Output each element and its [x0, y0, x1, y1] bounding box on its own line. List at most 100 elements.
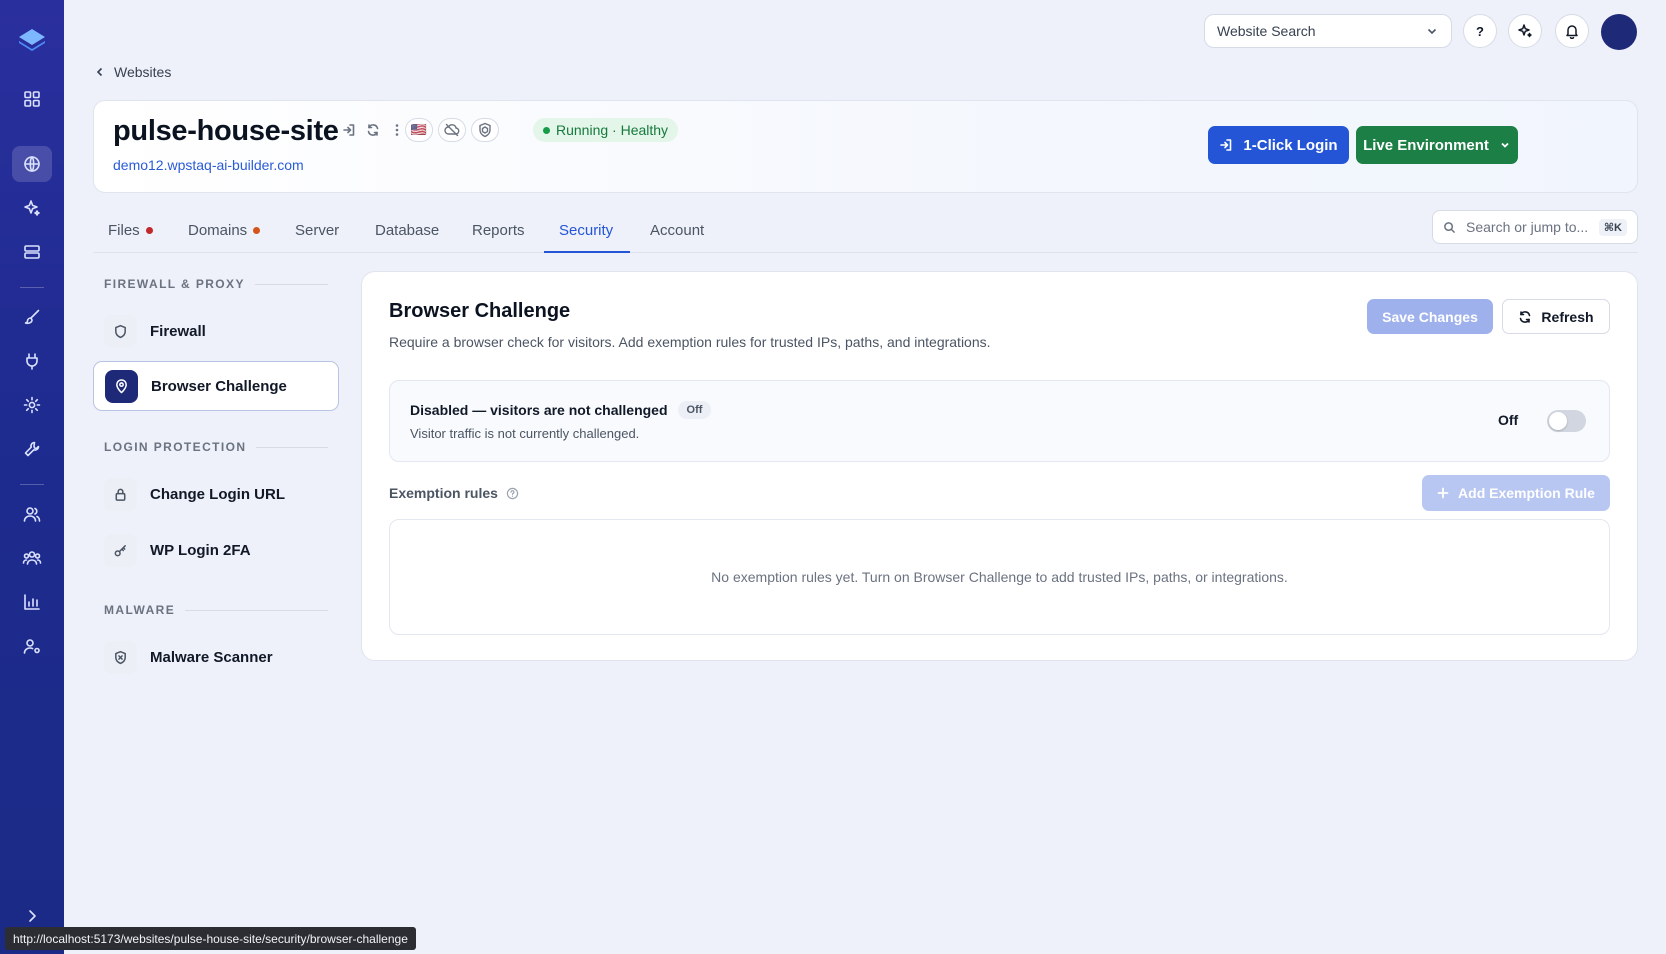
browser-status-url: http://localhost:5173/websites/pulse-hou… — [5, 927, 416, 950]
empty-state-text: No exemption rules yet. Turn on Browser … — [711, 569, 1288, 585]
section-login-protection: LOGIN PROTECTION — [104, 440, 328, 454]
user-avatar[interactable] — [1601, 14, 1637, 50]
tab-domains[interactable]: Domains — [188, 222, 261, 239]
ai-assistant-button[interactable] — [1508, 14, 1542, 48]
ai-sparkle-icon[interactable] — [12, 190, 52, 226]
site-title: pulse-house-site — [113, 115, 339, 147]
login-icon[interactable] — [342, 123, 356, 142]
site-url-link[interactable]: demo12.wpstaq-ai-builder.com — [113, 157, 304, 173]
status-badge: Running · Healthy — [533, 118, 679, 142]
refresh-icon — [1520, 310, 1531, 323]
save-changes-button[interactable]: Save Changes — [1367, 299, 1493, 334]
tab-security[interactable]: Security — [559, 222, 613, 239]
tab-files[interactable]: Files — [108, 222, 153, 239]
toggle-knob — [1549, 412, 1567, 430]
jump-search-placeholder: Search or jump to... — [1466, 219, 1589, 235]
panel-title: Browser Challenge — [389, 300, 571, 322]
chevron-down-icon — [1501, 142, 1509, 148]
shortcut-badge: ⌘K — [1598, 218, 1627, 236]
cdn-off-icon[interactable] — [438, 118, 466, 142]
live-environment-dropdown[interactable]: Live Environment — [1356, 126, 1518, 164]
panel-description: Require a browser check for visitors. Ad… — [389, 334, 991, 350]
security-shield-icon[interactable] — [471, 118, 499, 142]
tools-wrench-icon[interactable] — [12, 431, 52, 467]
more-vertical-icon[interactable] — [390, 123, 404, 142]
help-circle-icon[interactable] — [506, 487, 519, 500]
users-icon[interactable] — [12, 496, 52, 532]
servers-icon[interactable] — [12, 234, 52, 270]
one-click-login-button[interactable]: 1-Click Login — [1208, 126, 1349, 164]
live-environment-label: Live Environment — [1363, 136, 1489, 154]
exemption-rules-empty-state: No exemption rules yet. Turn on Browser … — [389, 519, 1610, 635]
subnav-item-change-login-url[interactable]: Change Login URL — [93, 469, 339, 519]
region-flag: 🇺🇸 — [405, 118, 433, 142]
section-firewall-proxy: FIREWALL & PROXY — [104, 277, 328, 291]
user-settings-icon[interactable] — [12, 628, 52, 664]
app-logo-icon[interactable] — [16, 24, 48, 56]
chevron-left-icon — [96, 67, 103, 77]
sparkle-icon — [1518, 24, 1532, 38]
exemption-rules-heading: Exemption rules — [389, 485, 519, 501]
left-rail — [0, 0, 64, 954]
browser-challenge-toggle[interactable] — [1547, 410, 1586, 432]
tab-files-indicator-dot — [145, 227, 153, 234]
shield-x-icon — [104, 640, 137, 674]
toggle-label: Off — [1498, 412, 1519, 428]
refresh-label: Refresh — [1541, 308, 1594, 325]
help-button[interactable]: ? — [1463, 14, 1497, 48]
subnav-item-browser-challenge[interactable]: Browser Challenge — [93, 361, 339, 411]
subnav-item-label: Malware Scanner — [150, 648, 273, 666]
subnav-item-wp-login-2fa[interactable]: WP Login 2FA — [93, 525, 339, 575]
team-icon[interactable] — [12, 540, 52, 576]
us-flag-icon: 🇺🇸 — [410, 122, 428, 137]
help-icon: ? — [1476, 23, 1484, 39]
chevron-down-icon — [1427, 28, 1437, 35]
breadcrumb-websites-link[interactable]: Websites — [114, 64, 171, 80]
subnav-item-firewall[interactable]: Firewall — [93, 306, 339, 356]
site-tabs: Files Domains Server Database Reports Se… — [93, 210, 1638, 253]
exemption-rules-label: Exemption rules — [389, 485, 498, 501]
challenge-state-card: Disabled — visitors are not challenged O… — [389, 380, 1610, 462]
tab-reports[interactable]: Reports — [472, 222, 525, 239]
state-badge: Off — [677, 401, 712, 419]
subnav-item-malware-scanner[interactable]: Malware Scanner — [93, 632, 339, 682]
websites-globe-icon[interactable] — [12, 146, 52, 182]
website-search-label: Website Search — [1217, 23, 1316, 39]
sync-icon[interactable] — [366, 123, 380, 142]
dashboard-grid-icon[interactable] — [12, 81, 52, 117]
tab-domains-indicator-dot — [253, 227, 261, 234]
state-subtitle: Visitor traffic is not currently challen… — [410, 426, 640, 441]
subnav-item-label: WP Login 2FA — [150, 541, 251, 559]
status-dot — [543, 126, 550, 134]
tab-database[interactable]: Database — [375, 222, 439, 239]
tab-account[interactable]: Account — [650, 222, 704, 239]
settings-gear-icon[interactable] — [12, 387, 52, 423]
add-exemption-rule-button[interactable]: Add Exemption Rule — [1422, 475, 1610, 511]
login-icon — [1220, 139, 1232, 151]
location-pin-icon — [105, 369, 138, 403]
plugins-plug-icon[interactable] — [12, 343, 52, 379]
shield-icon — [104, 314, 137, 348]
add-exemption-rule-label: Add Exemption Rule — [1458, 485, 1595, 501]
tab-server[interactable]: Server — [295, 222, 339, 239]
website-search-select[interactable]: Website Search — [1204, 14, 1452, 48]
analytics-chart-icon[interactable] — [12, 584, 52, 620]
section-malware: MALWARE — [104, 603, 328, 617]
subnav-item-label: Firewall — [150, 322, 206, 340]
active-tab-underline — [544, 251, 630, 253]
browser-challenge-panel: Browser Challenge Require a browser chec… — [361, 271, 1638, 661]
notifications-button[interactable] — [1555, 14, 1589, 48]
subnav-item-label: Browser Challenge — [151, 377, 287, 395]
jump-search-input[interactable]: Search or jump to... ⌘K — [1432, 210, 1638, 244]
bell-icon — [1566, 25, 1578, 39]
plus-icon — [1437, 487, 1449, 499]
state-title: Disabled — visitors are not challenged — [410, 402, 668, 418]
key-icon — [104, 533, 137, 567]
status-text: Running · Healthy — [556, 122, 669, 138]
themes-brush-icon[interactable] — [12, 299, 52, 335]
breadcrumb[interactable]: Websites — [94, 64, 171, 80]
lock-icon — [104, 477, 137, 511]
subnav-item-label: Change Login URL — [150, 485, 285, 503]
one-click-login-label: 1-Click Login — [1243, 136, 1338, 154]
refresh-button[interactable]: Refresh — [1502, 299, 1610, 334]
